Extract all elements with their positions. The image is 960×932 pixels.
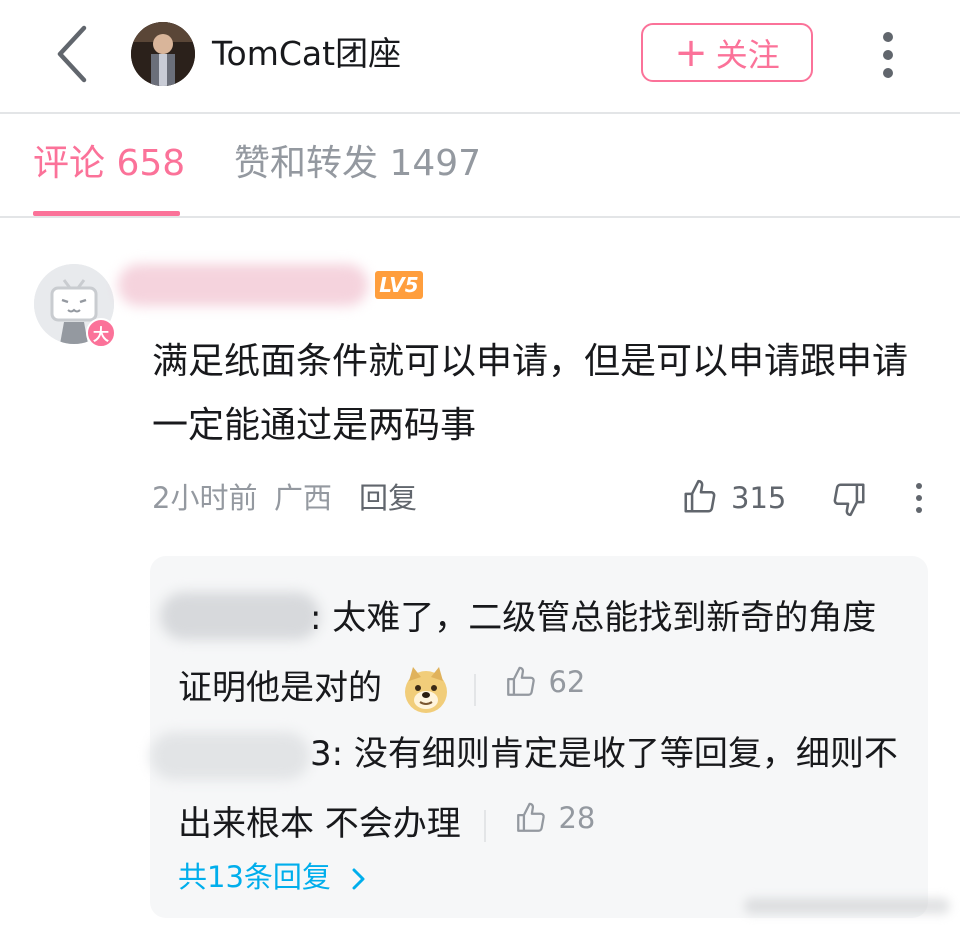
- reply-like-count: 62: [548, 665, 586, 699]
- tabs-divider: [0, 216, 960, 218]
- thumb-up-icon[interactable]: [504, 665, 538, 699]
- reply-item: : 太难了，二级管总能找到新奇的角度证明他是对的 62: [178, 586, 898, 720]
- comment-location: 广西: [274, 481, 333, 515]
- level-badge: LV5: [375, 271, 423, 299]
- reply-like[interactable]: 62: [504, 650, 585, 714]
- comment-more-icon[interactable]: [908, 480, 930, 516]
- tab-likes-reposts[interactable]: 赞和转发 1497: [234, 140, 481, 188]
- comment-time: 2小时前: [152, 481, 258, 515]
- reply-item: 3: 没有细则肯定是收了等回复，细则不出来根本 不会办理 28: [178, 722, 898, 856]
- follow-label: 关注: [715, 35, 780, 74]
- plus-icon: +: [674, 29, 708, 76]
- comment-text: 满足纸面条件就可以申请，但是可以申请跟申请一定能通过是两码事: [152, 341, 909, 446]
- avatar[interactable]: [131, 22, 195, 86]
- follow-button[interactable]: + 关注: [641, 23, 813, 82]
- member-badge: 大: [86, 318, 116, 348]
- reply-button[interactable]: 回复: [359, 478, 417, 518]
- reply-like-count: 28: [558, 801, 596, 835]
- chevron-right-icon: [352, 868, 365, 890]
- commenter-name-blurred[interactable]: [118, 264, 368, 306]
- total-replies-label: 共13条回复: [178, 860, 331, 894]
- like-count: 315: [731, 481, 787, 515]
- watermark: [744, 892, 950, 920]
- thumb-up-icon[interactable]: [514, 801, 548, 835]
- thumb-up-icon[interactable]: [681, 478, 719, 516]
- reply-like[interactable]: 28: [514, 786, 595, 850]
- tab-comments[interactable]: 评论 658: [33, 140, 185, 188]
- header-divider: [0, 112, 960, 114]
- doge-emoji-icon: [401, 665, 451, 715]
- more-icon[interactable]: [874, 30, 902, 80]
- user-name[interactable]: TomCat团座: [212, 32, 401, 76]
- thumb-down-icon[interactable]: [830, 480, 868, 518]
- back-arrow-icon[interactable]: [52, 24, 92, 84]
- view-all-replies-link[interactable]: 共13条回复: [178, 855, 370, 899]
